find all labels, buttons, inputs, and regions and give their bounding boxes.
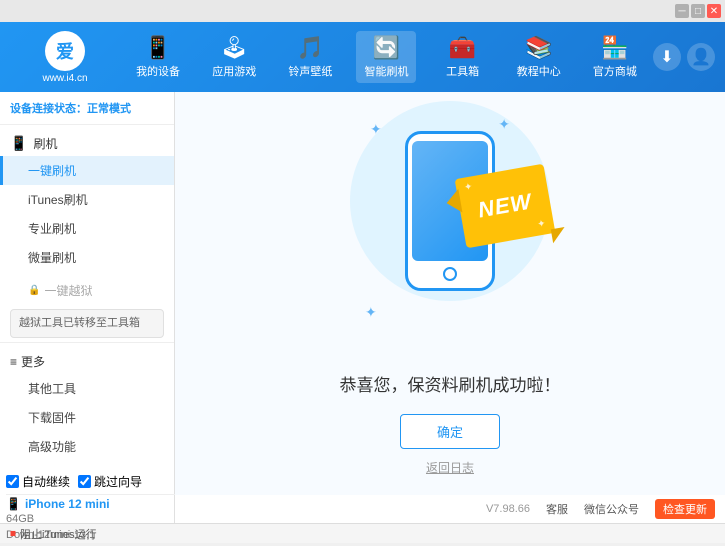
skip-wizard-label: 跳过向导 bbox=[94, 473, 142, 490]
ribbon-star-tl: ✦ bbox=[463, 181, 473, 193]
more-section-header: ≡ 更多 bbox=[0, 347, 174, 374]
nav-tutorial[interactable]: 📚 教程中心 bbox=[509, 31, 569, 83]
maximize-button[interactable]: □ bbox=[691, 4, 705, 18]
check-update-button[interactable]: 检查更新 bbox=[655, 499, 715, 519]
header: 爱 www.i4.cn 📱 我的设备 🕹 应用游戏 🎵 铃声壁纸 🔄 智能刷机 … bbox=[0, 22, 725, 92]
nav-wallpaper[interactable]: 🎵 铃声壁纸 bbox=[280, 31, 340, 83]
more-label: 更多 bbox=[21, 353, 45, 370]
title-bar: ─ □ ✕ bbox=[0, 0, 725, 22]
bottom-bar: 自动继续 跳过向导 📱 iPhone 12 mini 64GB Down-12m… bbox=[0, 495, 725, 523]
status-bar: 设备连接状态：正常模式 bbox=[0, 92, 174, 125]
sparkle-3: ✦ bbox=[365, 304, 377, 321]
sidebar-item-other-tools[interactable]: 其他工具 bbox=[0, 374, 174, 403]
toolbox-label: 工具箱 bbox=[446, 63, 479, 79]
stop-icon: ⏹ bbox=[10, 526, 16, 541]
tutorial-label: 教程中心 bbox=[517, 63, 561, 79]
app-game-icon: 🕹 bbox=[220, 35, 248, 61]
sidebar-divider bbox=[0, 342, 174, 343]
status-label: 设备连接状态： bbox=[10, 103, 87, 115]
auto-jump-input[interactable] bbox=[6, 475, 19, 488]
success-message: 恭喜您，保资料刷机成功啦！ bbox=[340, 371, 561, 396]
sidebar-item-pro-flash[interactable]: 专业刷机 bbox=[0, 214, 174, 243]
logo-subtitle: www.i4.cn bbox=[42, 73, 87, 84]
official-store-label: 官方商城 bbox=[593, 63, 637, 79]
download-button[interactable]: ⬇ bbox=[653, 43, 681, 71]
main-layout: 设备连接状态：正常模式 📱 刷机 一键刷机 iTunes刷机 专业刷机 微量刷机… bbox=[0, 92, 725, 495]
flash-section-label: 刷机 bbox=[33, 135, 57, 152]
content-area: ✦ ✦ ✦ ✦ NEW ✦ 恭喜您，保资料刷机成功啦！ 确定 返回日志 bbox=[175, 92, 725, 495]
more-icon: ≡ bbox=[10, 355, 17, 369]
sidebar-item-one-key-flash[interactable]: 一键刷机 bbox=[0, 156, 174, 185]
sidebar-item-itunes-flash[interactable]: iTunes刷机 bbox=[0, 185, 174, 214]
skip-wizard-checkbox[interactable]: 跳过向导 bbox=[78, 473, 142, 490]
my-device-icon: 📱 bbox=[144, 35, 171, 61]
device-name: 📱 iPhone 12 mini bbox=[6, 497, 181, 511]
wechat-official-link[interactable]: 微信公众号 bbox=[584, 501, 639, 517]
nav-app-game[interactable]: 🕹 应用游戏 bbox=[204, 31, 264, 83]
smart-flash-label: 智能刷机 bbox=[364, 63, 408, 79]
content-bottom: V7.98.66 客服 微信公众号 检查更新 bbox=[175, 495, 725, 523]
sidebar-item-save-data-flash[interactable]: 微量刷机 bbox=[0, 243, 174, 272]
logo-icon: 爱 bbox=[45, 31, 85, 71]
phone-illustration: ✦ ✦ ✦ ✦ NEW ✦ bbox=[360, 111, 540, 351]
smart-flash-icon: 🔄 bbox=[373, 35, 400, 61]
wallpaper-icon: 🎵 bbox=[297, 35, 324, 61]
wallpaper-label: 铃声壁纸 bbox=[288, 63, 332, 79]
sidebar: 设备连接状态：正常模式 📱 刷机 一键刷机 iTunes刷机 专业刷机 微量刷机… bbox=[0, 92, 175, 495]
ribbon-text: NEW bbox=[476, 188, 534, 223]
logo-area: 爱 www.i4.cn bbox=[10, 31, 120, 84]
auto-jump-checkbox[interactable]: 自动继续 bbox=[6, 473, 70, 490]
tutorial-icon: 📚 bbox=[525, 35, 552, 61]
nav-official-store[interactable]: 🏪 官方商城 bbox=[585, 31, 645, 83]
official-store-icon: 🏪 bbox=[601, 35, 628, 61]
status-value: 正常模式 bbox=[87, 103, 131, 115]
version-text: V7.98.66 bbox=[486, 503, 530, 515]
nav-my-device[interactable]: 📱 我的设备 bbox=[128, 31, 188, 83]
skip-wizard-input[interactable] bbox=[78, 475, 91, 488]
close-button[interactable]: ✕ bbox=[707, 4, 721, 18]
customer-service-link[interactable]: 客服 bbox=[546, 501, 568, 517]
itunes-stop-label: 阻止iTunes运行 bbox=[20, 526, 97, 542]
user-button[interactable]: 👤 bbox=[687, 43, 715, 71]
confirm-button[interactable]: 确定 bbox=[400, 414, 500, 449]
toolbox-icon: 🧰 bbox=[449, 35, 476, 61]
nav-items: 📱 我的设备 🕹 应用游戏 🎵 铃声壁纸 🔄 智能刷机 🧰 工具箱 📚 教程中心… bbox=[120, 31, 653, 83]
sidebar-item-advanced[interactable]: 高级功能 bbox=[0, 432, 174, 461]
nav-toolbox[interactable]: 🧰 工具箱 bbox=[433, 31, 493, 83]
sidebar-bottom: 自动继续 跳过向导 📱 iPhone 12 mini 64GB Down-12m… bbox=[0, 495, 175, 523]
lock-icon: 🔒 bbox=[28, 285, 40, 296]
auto-jump-label: 自动继续 bbox=[22, 473, 70, 490]
my-device-label: 我的设备 bbox=[136, 63, 180, 79]
device-phone-icon: 📱 bbox=[6, 497, 21, 511]
flash-section-header: 📱 刷机 bbox=[0, 129, 174, 156]
nav-smart-flash[interactable]: 🔄 智能刷机 bbox=[356, 31, 416, 83]
phone-home-button bbox=[443, 267, 457, 281]
flash-section: 📱 刷机 一键刷机 iTunes刷机 专业刷机 微量刷机 bbox=[0, 125, 174, 276]
sparkle-2: ✦ bbox=[498, 116, 510, 133]
sidebar-item-download-firmware[interactable]: 下载固件 bbox=[0, 403, 174, 432]
flash-section-icon: 📱 bbox=[10, 135, 27, 152]
jailbreak-notice: 越狱工具已转移至工具箱 bbox=[10, 309, 164, 338]
minimize-button[interactable]: ─ bbox=[675, 4, 689, 18]
nav-right-buttons: ⬇ 👤 bbox=[653, 43, 715, 71]
sparkle-1: ✦ bbox=[370, 121, 382, 138]
back-to-log-link[interactable]: 返回日志 bbox=[426, 459, 474, 476]
locked-jailbreak: 🔒 一键越狱 bbox=[0, 276, 174, 305]
app-game-label: 应用游戏 bbox=[212, 63, 256, 79]
ribbon-star-br: ✦ bbox=[536, 218, 546, 230]
